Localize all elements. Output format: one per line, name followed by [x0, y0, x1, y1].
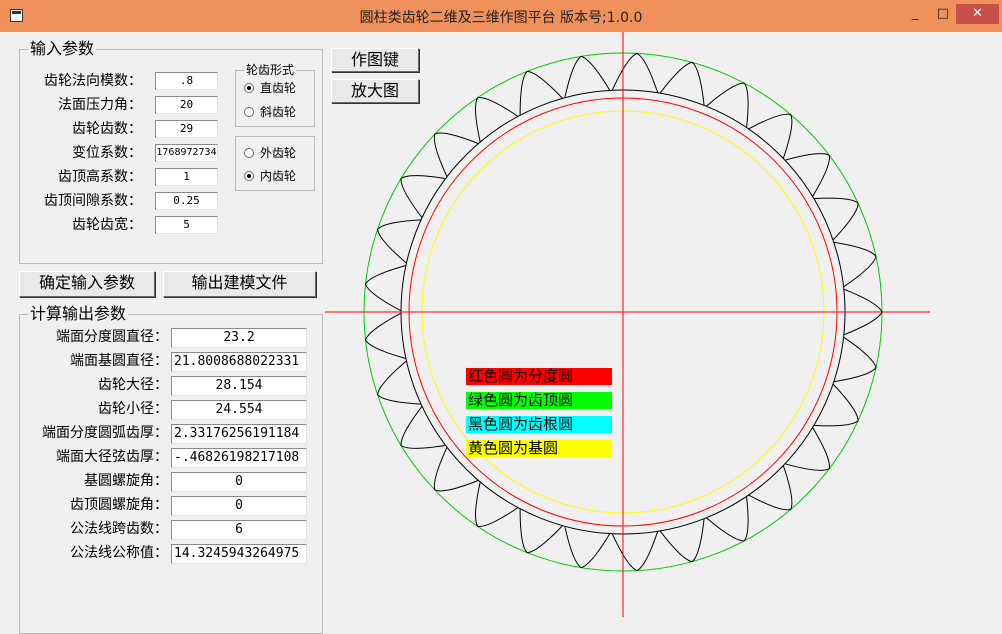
- legend-addendum-circle: 绿色圆为齿顶圆: [466, 392, 612, 409]
- legend-base-circle: 黄色圆为基圆: [466, 440, 612, 457]
- gear-tooth: [611, 531, 659, 572]
- gear-tooth: [377, 219, 422, 264]
- gear-tooth: [564, 55, 611, 98]
- gear-tooth: [364, 265, 407, 312]
- gear-tooth: [611, 52, 659, 93]
- gear-tooth: [564, 526, 611, 569]
- gear-tooth: [748, 465, 793, 511]
- gear-tooth: [813, 383, 859, 427]
- legend-root-circle: 黑色圆为齿根圆: [466, 416, 612, 433]
- main-window: 圆柱类齿轮二维及三维作图平台 版本号;1.0.0 _ □ ✕ 输入参数 齿轮法向…: [0, 0, 1002, 634]
- gear-tooth: [364, 312, 407, 359]
- gear-tooth: [784, 153, 830, 197]
- gear-tooth: [705, 496, 749, 542]
- gear-tooth: [705, 82, 749, 128]
- gear-tooth: [400, 175, 446, 219]
- gear-tooth: [659, 518, 705, 563]
- gear-tooth: [400, 405, 446, 449]
- legend-pitch-circle: 红色圆为分度圆: [466, 368, 612, 385]
- gear-tooth: [784, 427, 830, 471]
- gear-tooth: [813, 197, 859, 241]
- gear-tooth: [433, 132, 479, 177]
- gear-tooth: [377, 360, 422, 405]
- gear-drawing-canvas: [325, 32, 930, 617]
- gear-tooth: [748, 113, 793, 159]
- gear-tooth: [659, 61, 705, 106]
